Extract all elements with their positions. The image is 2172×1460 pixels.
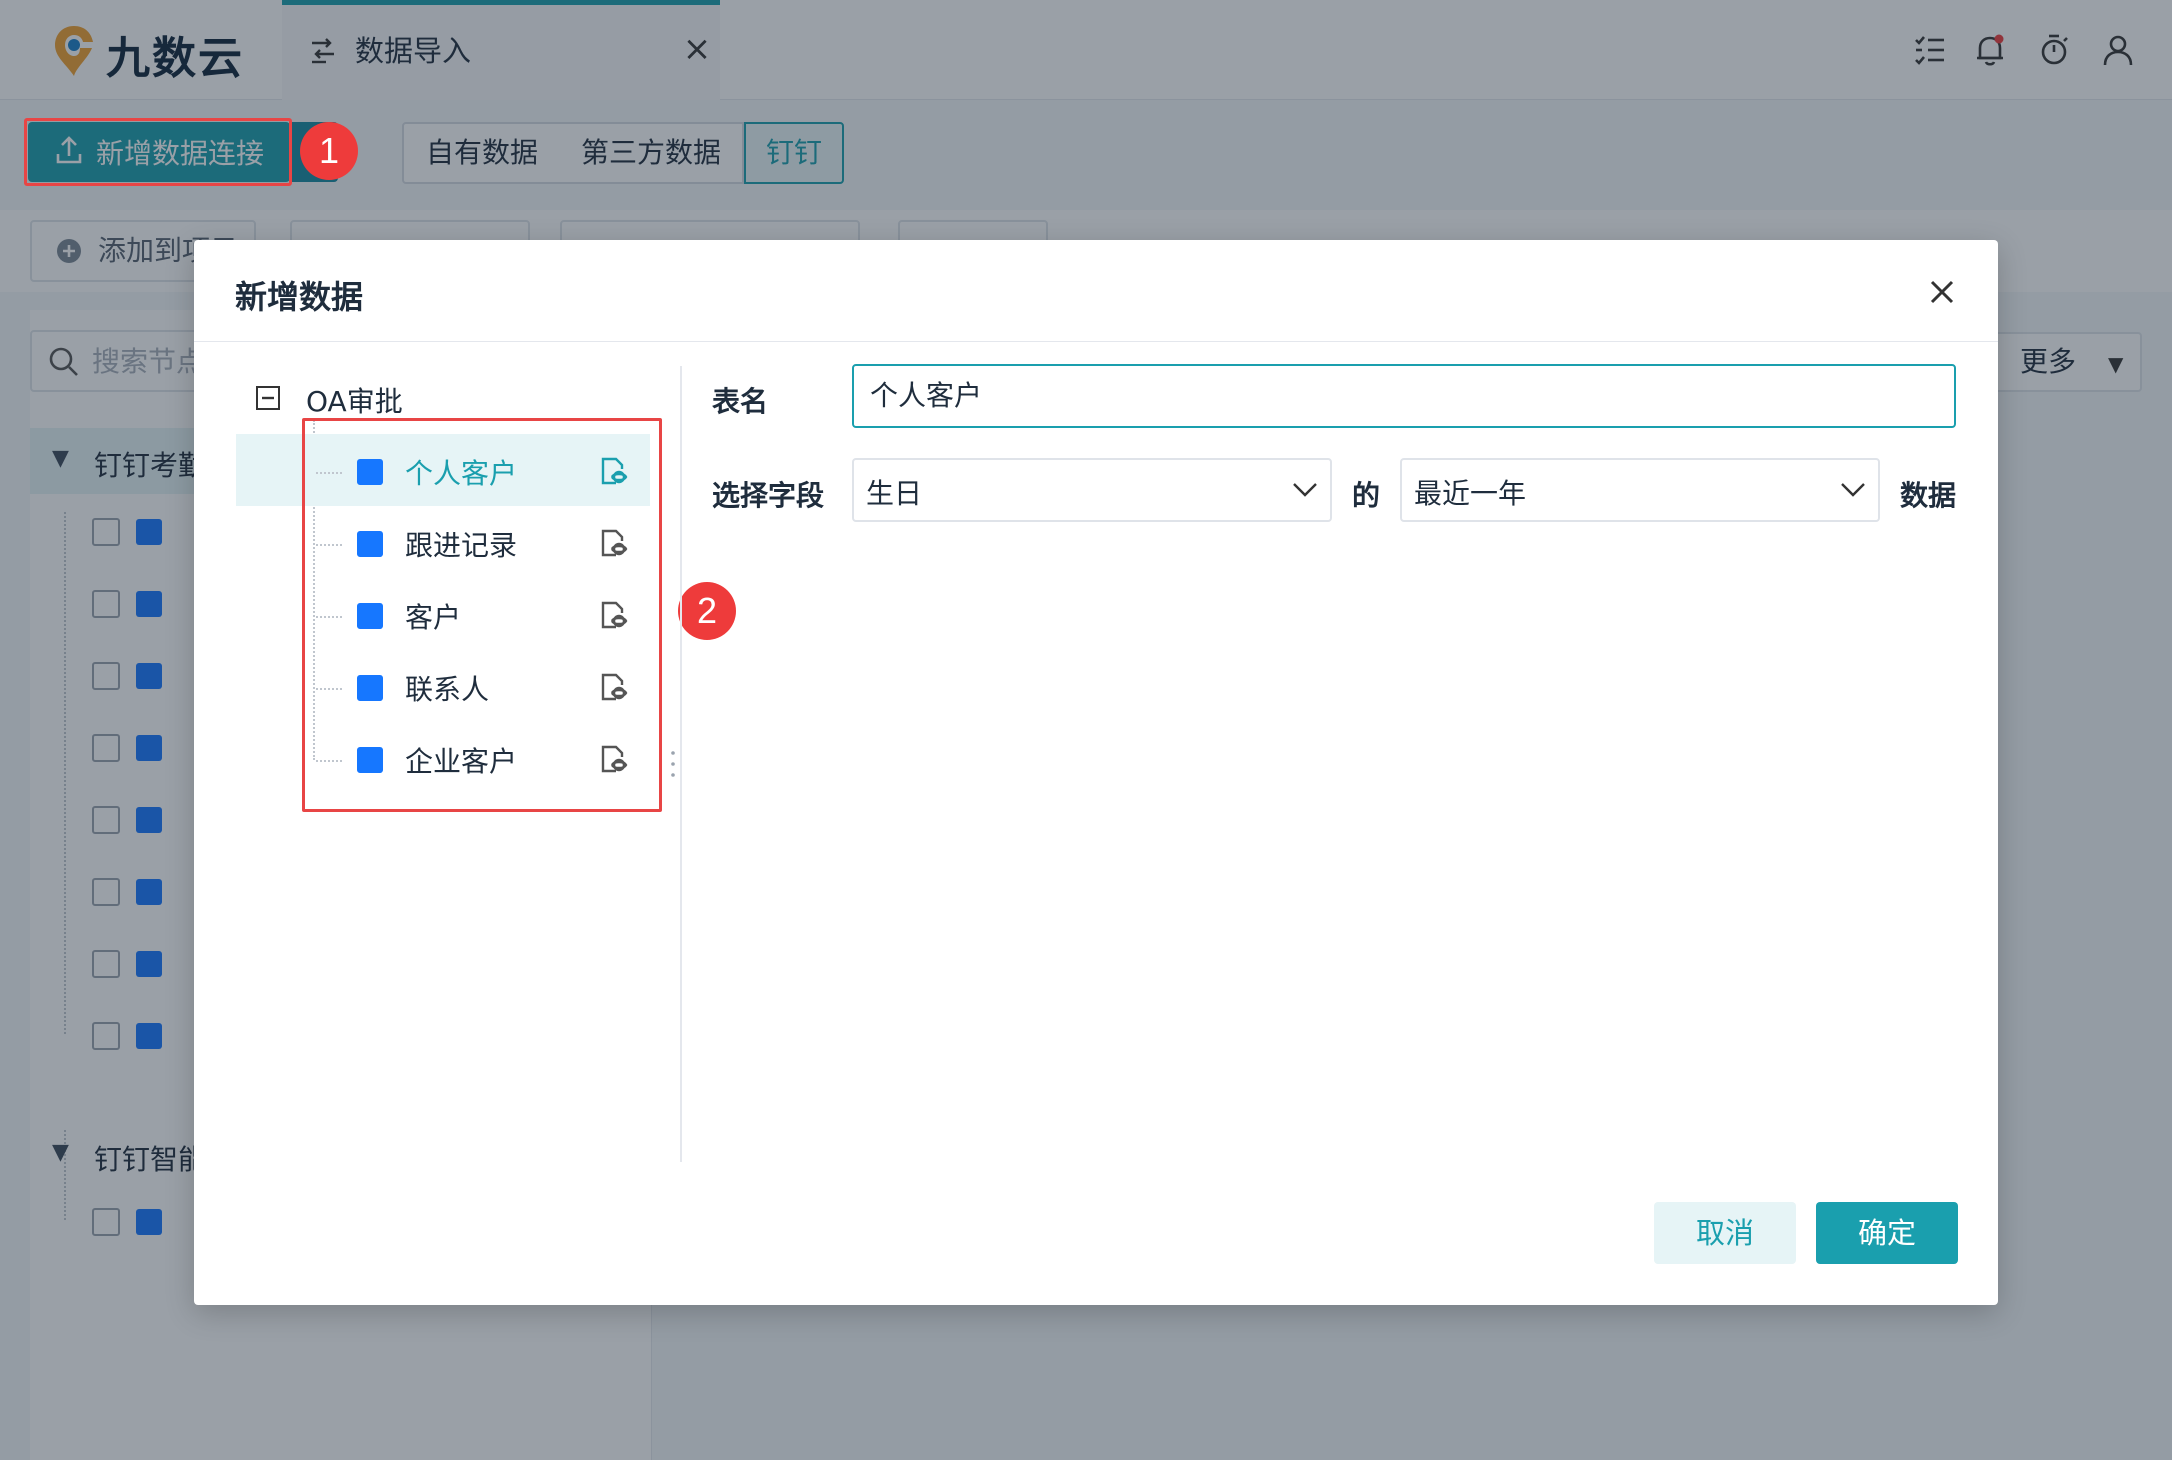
tree-root-label[interactable]: OA审批 xyxy=(306,380,403,420)
data-suffix-label: 数据 xyxy=(1900,479,1957,512)
time-range-value: 最近一年 xyxy=(1414,477,1527,510)
cancel-button[interactable]: 取消 xyxy=(1654,1202,1796,1264)
confirm-button[interactable]: 确定 xyxy=(1816,1202,1958,1264)
dialog-title: 新增数据 xyxy=(235,278,364,316)
field-select[interactable] xyxy=(852,458,1332,522)
chevron-down-icon xyxy=(1840,482,1866,498)
dialog-header-divider xyxy=(194,341,1998,342)
field-select-value: 生日 xyxy=(866,477,923,510)
resize-handle[interactable] xyxy=(671,750,675,778)
chevron-down-icon xyxy=(1292,482,1318,498)
highlight-box-1 xyxy=(24,118,292,186)
step-badge-2: 2 xyxy=(678,582,736,640)
table-name-label: 表名 xyxy=(712,385,769,418)
close-icon[interactable] xyxy=(1922,272,1962,312)
of-label: 的 xyxy=(1352,479,1381,512)
field-select-label: 选择字段 xyxy=(712,479,825,512)
table-name-input[interactable]: 个人客户 xyxy=(852,364,1956,428)
collapse-icon[interactable] xyxy=(256,386,280,410)
panel-divider[interactable] xyxy=(680,366,682,1162)
highlight-box-2 xyxy=(302,418,662,812)
step-badge-1: 1 xyxy=(300,122,358,180)
